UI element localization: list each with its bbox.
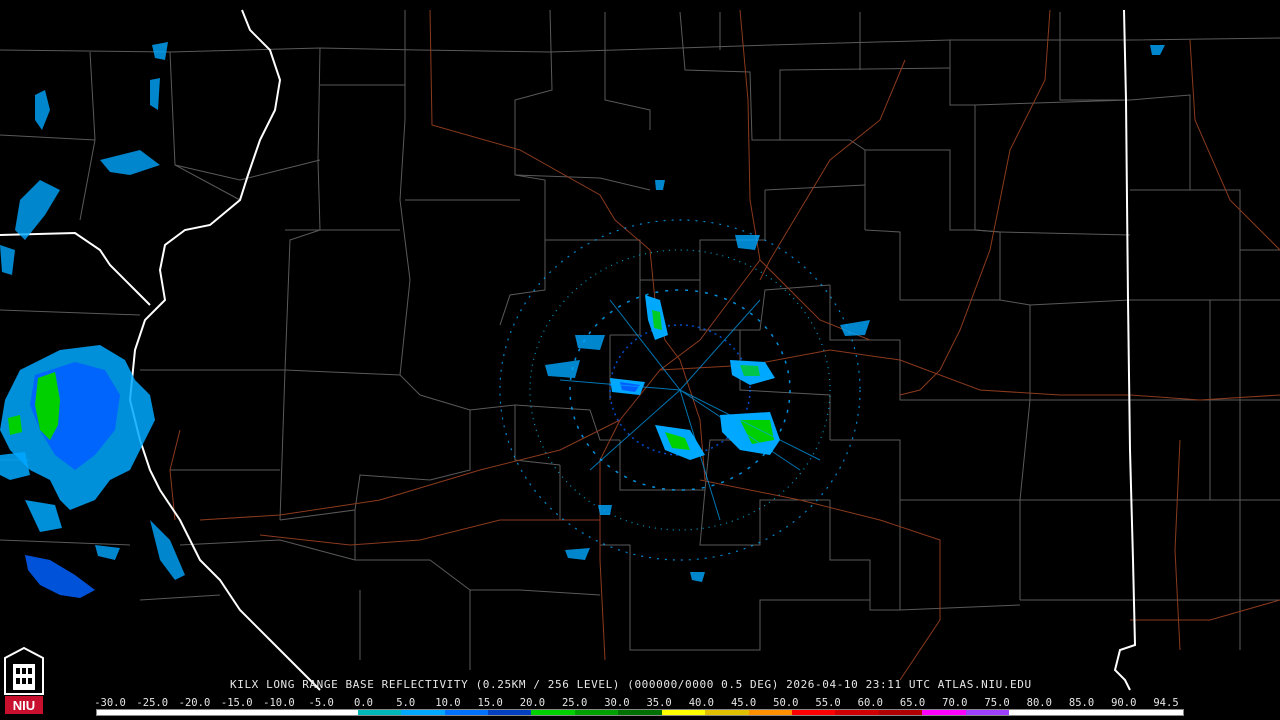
colorbar-segment [835, 710, 879, 715]
colorbar-label: 50.0 [773, 697, 799, 709]
highway-lines [169, 9, 1280, 681]
colorbar-label: 65.0 [899, 697, 926, 709]
colorbar-label: 10.0 [435, 697, 461, 709]
colorbar-segment [618, 710, 662, 715]
colorbar-segment [531, 710, 575, 715]
colorbar-label: 94.5 [1153, 697, 1179, 709]
colorbar-segment [965, 710, 1010, 715]
colorbar-label: 90.0 [1111, 697, 1137, 709]
colorbar-label: 30.0 [604, 697, 630, 709]
colorbar-segment [1096, 710, 1140, 715]
colorbar-segment [922, 710, 966, 715]
colorbar-segment [1052, 710, 1097, 715]
colorbar-label: 25.0 [561, 697, 588, 709]
colorbar-label: 60.0 [857, 697, 883, 709]
colorbar-label: -10.0 [263, 697, 295, 709]
colorbar-segment [487, 710, 532, 715]
colorbar-label: -25.0 [136, 697, 169, 709]
colorbar-label: -15.0 [220, 697, 253, 709]
colorbar-segment [357, 710, 402, 715]
colorbar-label: 40.0 [688, 697, 715, 709]
colorbar-segment [140, 710, 184, 715]
colorbar-label: 5.0 [396, 697, 416, 709]
colorbar-label: 70.0 [942, 697, 968, 709]
state-boundaries [0, 9, 1137, 691]
colorbar-segment [1009, 710, 1053, 715]
product-title: KILX LONG RANGE BASE REFLECTIVITY (0.25K… [230, 678, 1032, 691]
colorbar-segment [444, 710, 488, 715]
svg-text:NIU: NIU [13, 698, 35, 713]
colorbar-label: 55.0 [815, 697, 841, 709]
colorbar-segment [227, 710, 271, 715]
colorbar-labels: -30.0 -25.0 -20.0 -15.0 -10.0 -5.0 0.0 5.0 10.0 1… [92, 697, 1192, 709]
colorbar-label: 35.0 [646, 697, 672, 709]
colorbar-segment [661, 710, 706, 715]
colorbar-segment [705, 710, 749, 715]
colorbar-segment [314, 710, 358, 715]
county-boundaries [0, 9, 1280, 670]
colorbar-segment [748, 710, 792, 715]
colorbar-label: 15.0 [477, 697, 503, 709]
colorbar-segment [878, 710, 923, 715]
colorbar-segment [183, 710, 228, 715]
colorbar-segment [401, 710, 445, 715]
colorbar-label: -20.0 [178, 697, 211, 709]
colorbar-label: -5.0 [308, 697, 334, 709]
colorbar-segment [1139, 710, 1183, 715]
colorbar-label: 75.0 [984, 697, 1010, 709]
niu-logo: NIU [3, 646, 45, 716]
colorbar-segment [792, 710, 836, 715]
colorbar-label: 85.0 [1068, 697, 1095, 709]
colorbar-segment [97, 710, 141, 715]
colorbar-label: 45.0 [730, 697, 757, 709]
colorbar-segment [270, 710, 315, 715]
reflectivity-colorbar [96, 709, 1184, 716]
colorbar-segment [574, 710, 619, 715]
colorbar-label: 20.0 [519, 697, 546, 709]
radar-map [0, 9, 1280, 691]
colorbar-label: -30.0 [94, 697, 126, 709]
colorbar-label: 0.0 [353, 697, 373, 709]
colorbar-label: 80.0 [1026, 697, 1052, 709]
